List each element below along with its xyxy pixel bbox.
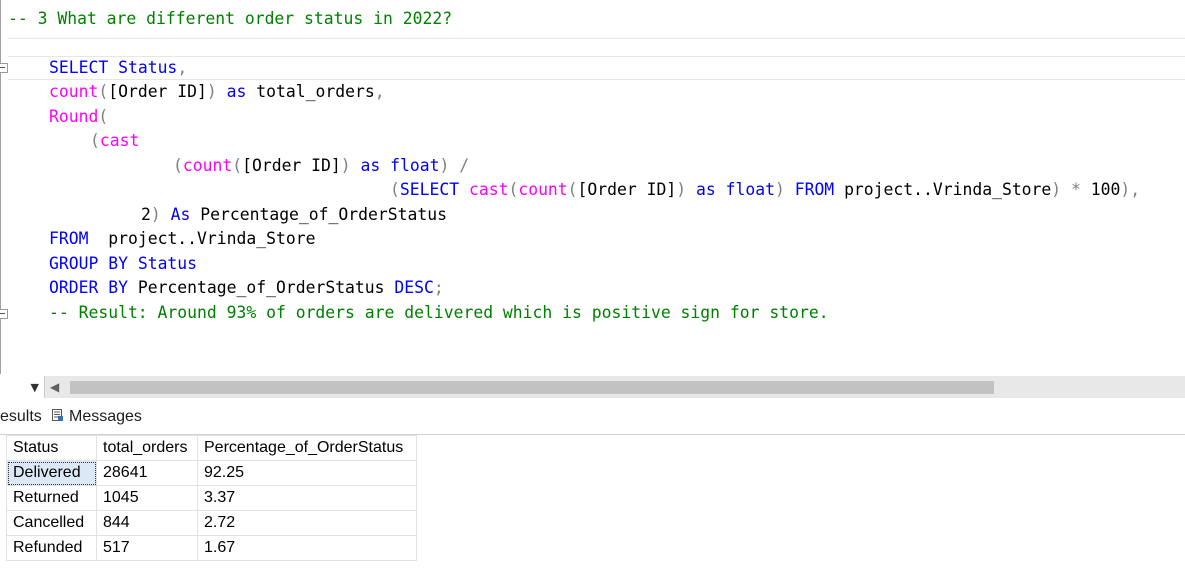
collapse-icon[interactable] <box>0 309 8 319</box>
code-line: (count([Order ID]) as float) / <box>173 156 470 175</box>
editor-separator <box>8 38 1185 39</box>
table-row[interactable]: Cancelled 844 2.72 <box>6 510 417 536</box>
code-line: 2) As Percentage_of_OrderStatus <box>141 205 447 224</box>
grid-cell[interactable]: 92.25 <box>197 460 417 486</box>
comment-line: -- Result: Around 93% of orders are deli… <box>49 303 829 322</box>
code-line: (SELECT cast(count([Order ID]) as float)… <box>390 180 1141 199</box>
scrollbar-thumb[interactable] <box>70 381 994 394</box>
grid-cell[interactable]: 2.72 <box>197 510 417 536</box>
code-line: SELECT Status, <box>49 58 188 77</box>
scroll-left-arrow-icon[interactable]: ◀ <box>50 380 59 394</box>
grid-cell[interactable]: 1045 <box>96 485 198 511</box>
grid-cell[interactable]: Refunded <box>6 535 97 561</box>
messages-icon <box>52 409 64 422</box>
grid-cell[interactable]: Delivered <box>6 460 97 486</box>
code-line: Round( <box>49 107 109 126</box>
code-line: count([Order ID]) as total_orders, <box>49 82 385 101</box>
comment-line: -- 3 What are different order status in … <box>8 9 453 28</box>
sql-editor[interactable]: -- 3 What are different order status in … <box>0 0 1185 374</box>
messages-tab-label: Messages <box>69 408 142 425</box>
tab-results[interactable]: esults <box>0 408 42 426</box>
code-line: FROM project..Vrinda_Store <box>49 229 316 248</box>
grid-cell[interactable]: 1.67 <box>197 535 417 561</box>
chevron-down-icon: ▼ <box>30 381 39 394</box>
results-tabs: esults Messages <box>0 404 1185 435</box>
tab-messages[interactable]: Messages <box>52 408 142 426</box>
column-header[interactable]: total_orders <box>96 435 198 461</box>
table-row[interactable]: Refunded 517 1.67 <box>6 535 417 561</box>
results-grid[interactable]: Status total_orders Percentage_of_OrderS… <box>6 435 417 561</box>
zoom-dropdown[interactable]: ▼ <box>0 376 45 398</box>
collapse-icon[interactable] <box>0 63 8 73</box>
table-row[interactable]: Returned 1045 3.37 <box>6 485 417 511</box>
grid-cell[interactable]: Returned <box>6 485 97 511</box>
code-line: (cast <box>90 131 140 150</box>
column-header[interactable]: Percentage_of_OrderStatus <box>197 435 417 461</box>
column-header[interactable]: Status <box>6 435 97 461</box>
grid-cell[interactable]: 517 <box>96 535 198 561</box>
grid-cell[interactable]: 844 <box>96 510 198 536</box>
grid-cell[interactable]: 3.37 <box>197 485 417 511</box>
grid-cell[interactable]: 28641 <box>96 460 198 486</box>
code-line: GROUP BY Status <box>49 254 198 273</box>
horizontal-scrollbar[interactable]: ▼ ◀ <box>0 376 1185 398</box>
table-row[interactable]: Delivered 28641 92.25 <box>6 460 417 486</box>
code-line: ORDER BY Percentage_of_OrderStatus DESC; <box>49 278 444 297</box>
grid-header-row: Status total_orders Percentage_of_OrderS… <box>6 435 417 461</box>
grid-cell[interactable]: Cancelled <box>6 510 97 536</box>
